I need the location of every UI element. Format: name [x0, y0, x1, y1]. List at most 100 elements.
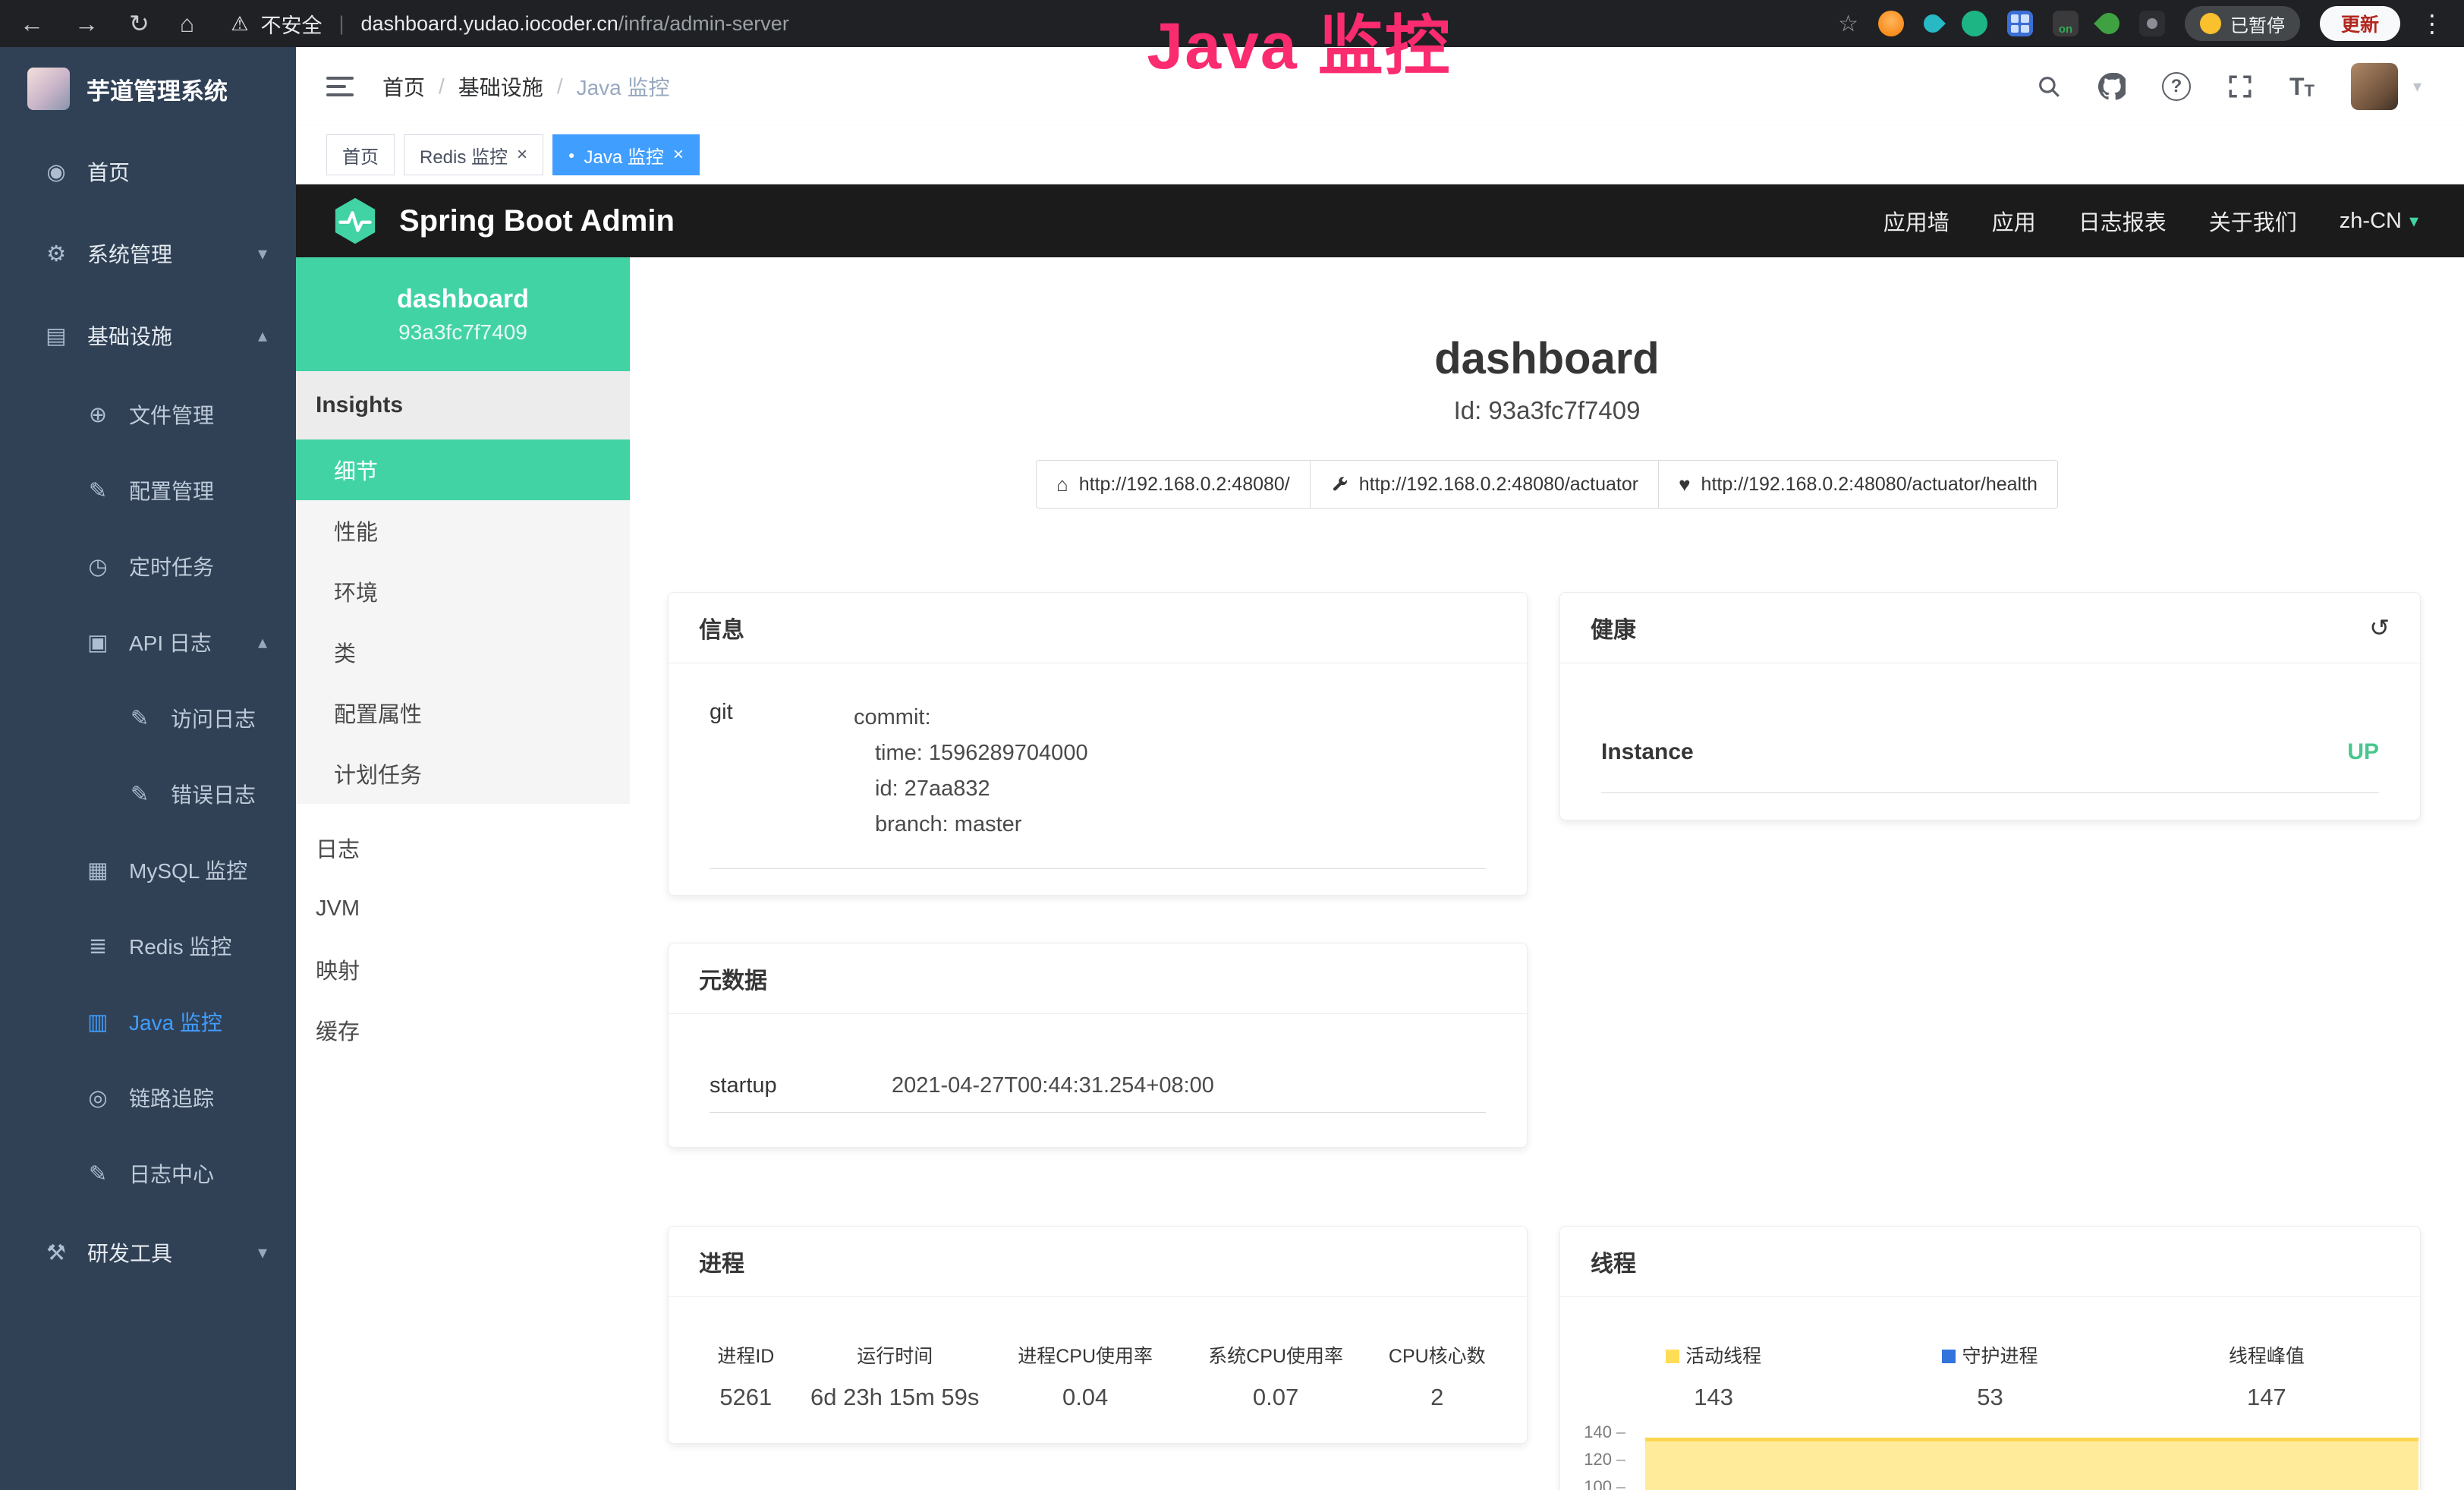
sidebar-item-label: 链路追踪	[129, 1082, 214, 1113]
extension-grid-icon[interactable]	[2007, 11, 2033, 36]
url-path: /infra/admin-server	[618, 12, 789, 35]
breadcrumb-infrastructure[interactable]: 基础设施	[458, 71, 543, 102]
fullscreen-icon[interactable]	[2227, 74, 2253, 99]
metadata-card: 元数据 startup 2021-04-27T00:44:31.254+08:0…	[668, 943, 1528, 1148]
legend-label: 守护进程	[1962, 1346, 2038, 1367]
app-sidebar: 芋道管理系统 ◉ 首页 ⚙ 系统管理 ▾ ▤ 基础设施 ▴ ⊕ 文件管理 ✎	[0, 47, 296, 1490]
chevron-down-icon: ▾	[2409, 210, 2418, 232]
sidebar-item-scheduled-tasks[interactable]: ◷ 定时任务	[0, 528, 296, 604]
tab-bar: 首页 Redis 监控 × ● Java 监控 ×	[296, 126, 2464, 184]
instance-url-link[interactable]: ⌂ http://192.168.0.2:48080/	[1036, 460, 1311, 509]
sba-brand-title: Spring Boot Admin	[399, 204, 675, 238]
sba-item-performance[interactable]: 性能	[296, 500, 630, 561]
sba-instance-block[interactable]: dashboard 93a3fc7f7409	[296, 257, 630, 371]
sidebar-item-api-logs[interactable]: ▣ API 日志 ▴	[0, 604, 296, 680]
sidebar-item-home[interactable]: ◉ 首页	[0, 131, 296, 213]
chevron-down-icon: ▾	[258, 1242, 267, 1264]
instance-id: 93a3fc7f7409	[398, 320, 527, 345]
column-value: 0.07	[1189, 1384, 1363, 1411]
sidebar-item-tracing[interactable]: ◎ 链路追踪	[0, 1060, 296, 1136]
sba-main: dashboard Id: 93a3fc7f7409 ⌂ http://192.…	[630, 257, 2464, 1490]
info-value-line: branch: master	[854, 807, 1088, 843]
extension-circle-icon[interactable]	[1962, 11, 1987, 36]
api-log-icon: ▣	[83, 629, 112, 656]
user-avatar[interactable]	[2351, 63, 2398, 110]
bookmark-star-icon[interactable]: ☆	[1838, 11, 1858, 37]
y-axis-tick: 140	[1560, 1422, 1625, 1442]
breadcrumb-separator: /	[439, 74, 445, 99]
sidebar-item-file-management[interactable]: ⊕ 文件管理	[0, 376, 296, 452]
sidebar-item-config-management[interactable]: ✎ 配置管理	[0, 452, 296, 528]
y-axis-tick: 120	[1560, 1450, 1625, 1470]
sba-item-jvm[interactable]: JVM	[296, 878, 630, 939]
sidebar-item-label: 基础设施	[87, 320, 172, 351]
column-value: 0.04	[982, 1384, 1189, 1411]
sba-nav-journal[interactable]: 日志报表	[2079, 205, 2167, 237]
extensions-puzzle-icon[interactable]	[2139, 11, 2165, 36]
sidebar-item-label: 系统管理	[87, 238, 172, 269]
sidebar-item-label: 研发工具	[87, 1237, 172, 1268]
sidebar-item-system[interactable]: ⚙ 系统管理 ▾	[0, 213, 296, 295]
sba-item-classes[interactable]: 类	[296, 622, 630, 682]
sba-item-caches[interactable]: 缓存	[296, 1000, 630, 1060]
tab-home[interactable]: 首页	[326, 134, 395, 175]
forward-icon[interactable]: →	[74, 10, 99, 38]
history-icon[interactable]: ↺	[2369, 613, 2390, 642]
sidebar-item-log-center[interactable]: ✎ 日志中心	[0, 1136, 296, 1211]
help-icon[interactable]: ?	[2162, 72, 2191, 101]
sba-nav-about[interactable]: 关于我们	[2209, 205, 2297, 237]
sidebar-collapse-icon[interactable]	[326, 75, 354, 98]
actuator-url-link[interactable]: http://192.168.0.2:48080/actuator	[1310, 460, 1659, 509]
paused-badge[interactable]: 已暂停	[2185, 6, 2300, 41]
sidebar-item-devtools[interactable]: ⚒ 研发工具 ▾	[0, 1211, 296, 1293]
column-value: 5261	[684, 1384, 808, 1411]
close-icon[interactable]: ×	[517, 146, 527, 164]
sba-item-environment[interactable]: 环境	[296, 561, 630, 622]
refresh-icon[interactable]: ↻	[129, 9, 149, 38]
column-value: 6d 23h 15m 59s	[808, 1384, 982, 1411]
sba-item-details[interactable]: 细节	[296, 439, 630, 500]
address-bar[interactable]: ⚠ 不安全 | dashboard.yudao.iocoder.cn/infra…	[231, 9, 789, 39]
annotation-java-monitor: Java 监控	[1147, 0, 1451, 87]
update-button[interactable]: 更新	[2320, 6, 2400, 41]
sba-item-config-props[interactable]: 配置属性	[296, 682, 630, 743]
sidebar-item-infrastructure[interactable]: ▤ 基础设施 ▴	[0, 295, 296, 376]
breadcrumb-separator: /	[557, 74, 563, 99]
search-icon[interactable]	[2036, 74, 2062, 99]
back-icon[interactable]: ←	[20, 10, 44, 38]
status-badge: UP	[2347, 739, 2379, 765]
sba-item-mappings[interactable]: 映射	[296, 939, 630, 1000]
sidebar-item-mysql-monitor[interactable]: ▦ MySQL 监控	[0, 832, 296, 908]
health-url-link[interactable]: ♥ http://192.168.0.2:48080/actuator/heal…	[1658, 460, 2058, 509]
url-domain: dashboard.yudao.iocoder.cn	[360, 12, 618, 35]
sidebar-item-java-monitor[interactable]: ▥ Java 监控	[0, 984, 296, 1060]
extension-on-icon[interactable]: on	[2053, 11, 2079, 36]
browser-home-icon[interactable]: ⌂	[180, 10, 194, 38]
card-title: 线程	[1591, 1245, 1636, 1278]
app-logo[interactable]: 芋道管理系统	[0, 47, 296, 131]
github-icon[interactable]	[2098, 73, 2126, 100]
sba-language-select[interactable]: zh-CN ▾	[2340, 209, 2418, 234]
sba-item-logs[interactable]: 日志	[296, 817, 630, 878]
extension-icon[interactable]	[1878, 11, 1904, 36]
sba-item-scheduled-tasks[interactable]: 计划任务	[296, 743, 630, 804]
extension-leaf-icon[interactable]	[2094, 8, 2124, 39]
sba-nav-applications[interactable]: 应用	[1992, 205, 2036, 237]
sba-nav-wallboard[interactable]: 应用墙	[1883, 205, 1949, 237]
extension-drop-icon[interactable]	[1920, 11, 1946, 36]
tab-redis-monitor[interactable]: Redis 监控 ×	[404, 134, 543, 175]
sidebar-item-access-logs[interactable]: ✎ 访问日志	[0, 680, 296, 756]
address-divider: |	[338, 12, 344, 36]
sidebar-item-redis-monitor[interactable]: ≣ Redis 监控	[0, 908, 296, 984]
table-row: Instance UP	[1601, 739, 2379, 793]
peak-threads-legend: 线程峰值 147	[2129, 1341, 2405, 1411]
close-icon[interactable]: ×	[673, 146, 684, 164]
sidebar-item-error-logs[interactable]: ✎ 错误日志	[0, 756, 296, 832]
tab-label: Redis 监控	[420, 142, 508, 169]
breadcrumb-home[interactable]: 首页	[382, 71, 425, 102]
browser-menu-icon[interactable]: ⋮	[2420, 9, 2444, 38]
tab-java-monitor[interactable]: ● Java 监控 ×	[552, 134, 700, 175]
font-size-icon[interactable]: TT	[2289, 73, 2315, 101]
security-label: 不安全	[260, 9, 322, 39]
browser-nav: ← → ↻ ⌂	[20, 9, 194, 38]
